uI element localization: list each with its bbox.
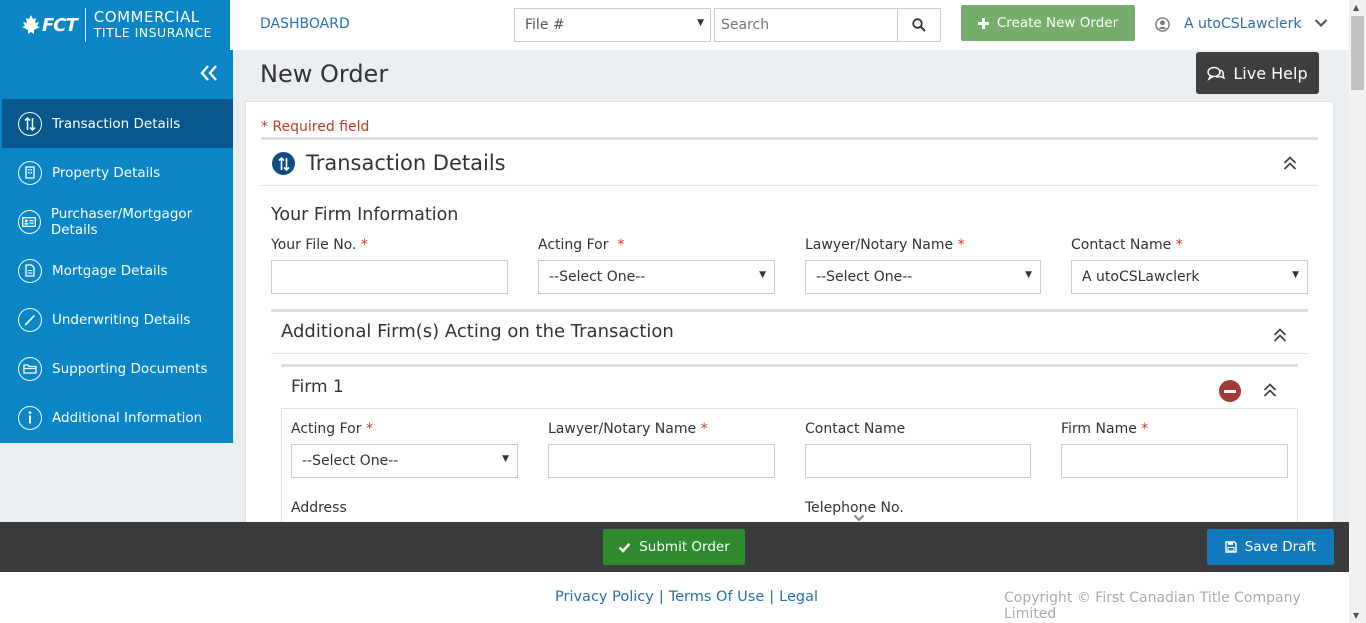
check-icon [618,542,631,553]
folder-icon [18,356,42,381]
footer: Privacy Policy | Terms Of Use | Legal Copyri… [0,572,1349,623]
dashboard-link[interactable]: DASHBOARD [260,16,350,32]
top-bar: FCT COMMERCIAL TITLE INSURANCE DASHBOARD… [0,0,1366,50]
additional-firms-title: Additional Firm(s) Acting on the Transac… [281,321,674,342]
firm-contact-name-input[interactable] [805,444,1031,478]
scroll-up-icon[interactable]: ▲ [1353,3,1359,12]
arrows-updown-icon [272,152,295,175]
user-icon [1155,16,1170,32]
firm-name-label: Firm Name * [1061,421,1149,437]
dropdown-arrow-icon: ▼ [502,454,509,464]
firm-address-label: Address [291,500,347,516]
user-menu[interactable]: A utoCSLawclerk [1155,16,1302,32]
firm-1-header[interactable]: Firm 1 [281,364,1298,409]
scroll-thumb[interactable] [1351,16,1364,90]
sidebar-item-underwriting-details[interactable]: Underwriting Details [0,295,233,344]
firm-name-input[interactable] [1061,444,1288,478]
search-icon [912,18,926,32]
required-field-note: * Required field [261,119,370,135]
firm-contact-name-label: Contact Name [805,421,906,437]
acting-for-select[interactable]: --Select One-- ▼ [538,260,775,294]
sidebar-item-transaction-details[interactable]: Transaction Details [2,99,233,148]
live-help-button[interactable]: Live Help [1196,52,1319,94]
copyright-text: Copyright © First Canadian Title Company… [1004,590,1301,622]
contact-name-select[interactable]: A utoCSLawclerk ▼ [1071,260,1308,294]
lawyer-notary-label: Lawyer/Notary Name * [805,237,965,253]
firm-acting-for-select[interactable]: --Select One-- ▼ [291,444,518,478]
chat-bubbles-icon [1207,66,1226,81]
additional-firms-section-header[interactable]: Additional Firm(s) Acting on the Transac… [271,309,1308,354]
brand-line1: COMMERCIAL [93,8,200,26]
scroll-down-hint-icon[interactable] [853,514,865,522]
page-title: New Order [260,60,389,88]
sidebar-item-purchaser-mortgagor-details[interactable]: Purchaser/Mortgagor Details [0,197,233,246]
dropdown-arrow-icon: ▼ [1292,270,1299,280]
maple-leaf-icon [22,15,40,34]
legal-link[interactable]: Legal [779,589,818,605]
plus-icon [977,17,989,29]
double-chevron-up-icon[interactable] [1283,156,1297,170]
create-new-order-button[interactable]: Create New Order [961,5,1135,41]
firm-information-heading: Your Firm Information [271,205,459,225]
firm-lawyer-notary-input[interactable] [548,444,775,478]
dropdown-arrow-icon: ▼ [759,270,766,280]
file-no-label: Your File No. * [271,237,368,253]
collapse-sidebar-icon[interactable] [200,65,218,81]
lawyer-notary-select[interactable]: --Select One-- ▼ [805,260,1041,294]
remove-firm-button[interactable] [1219,380,1241,402]
sidebar: Transaction Details Property Details Pur… [0,50,233,443]
chevron-down-icon[interactable] [1314,18,1328,28]
logo-mark: FCT [22,15,78,36]
arrows-updown-icon [18,111,42,136]
id-card-icon [18,209,41,234]
sidebar-item-property-details[interactable]: Property Details [0,148,233,197]
logo-divider [84,8,86,42]
scroll-down-icon[interactable]: ▼ [1353,611,1359,620]
floppy-disk-icon [1225,541,1237,553]
double-chevron-up-icon[interactable] [1263,383,1277,397]
sidebar-item-additional-information[interactable]: Additional Information [0,393,233,442]
dropdown-arrow-icon: ▼ [1025,270,1032,280]
building-icon [18,160,42,185]
footer-separator: | [658,589,664,605]
search-button[interactable] [897,8,941,42]
minus-icon [1224,389,1236,393]
file-no-input[interactable] [271,260,508,294]
footer-separator: | [769,589,775,605]
bottom-action-bar: Submit Order Save Draft [0,522,1349,572]
brand-logo[interactable]: FCT COMMERCIAL TITLE INSURANCE [0,0,230,50]
page-scrollbar[interactable]: ▲ ▼ [1349,0,1366,623]
dropdown-arrow-icon: ▼ [697,18,704,28]
save-draft-button[interactable]: Save Draft [1207,529,1334,565]
submit-order-button[interactable]: Submit Order [603,529,745,565]
transaction-details-section-header[interactable]: Transaction Details [261,137,1318,186]
privacy-policy-link[interactable]: Privacy Policy [555,589,654,605]
terms-of-use-link[interactable]: Terms Of Use [669,589,765,605]
contact-name-label: Contact Name * [1071,237,1183,253]
section-title: Transaction Details [306,151,506,175]
double-chevron-up-icon[interactable] [1273,328,1287,342]
pen-icon [18,307,42,332]
document-icon [18,258,42,283]
user-name: A utoCSLawclerk [1184,16,1302,32]
firm-1-title: Firm 1 [291,377,344,397]
acting-for-label: Acting For * [538,237,625,253]
info-icon [18,405,42,430]
file-type-select[interactable]: File # ▼ [514,8,711,42]
sidebar-item-supporting-documents[interactable]: Supporting Documents [0,344,233,393]
brand-line2: TITLE INSURANCE [93,25,212,40]
firm-acting-for-label: Acting For * [291,421,373,437]
firm-lawyer-notary-label: Lawyer/Notary Name * [548,421,708,437]
sidebar-item-mortgage-details[interactable]: Mortgage Details [0,246,233,295]
search-input[interactable] [714,8,898,42]
